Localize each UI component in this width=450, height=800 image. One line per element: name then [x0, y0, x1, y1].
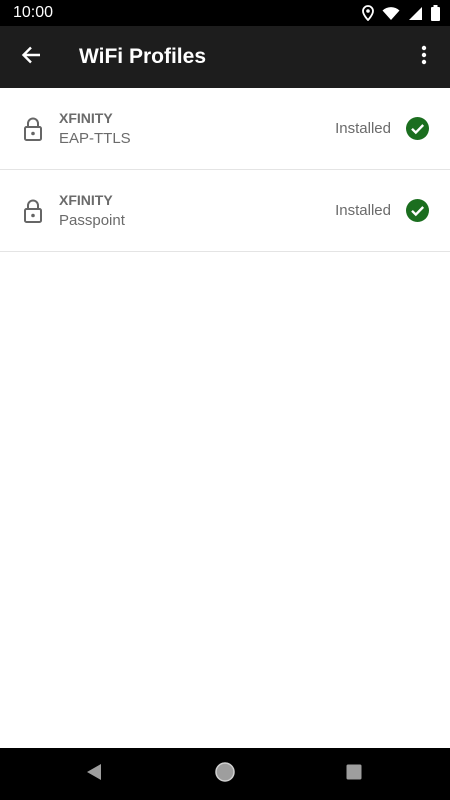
profile-row-passpoint[interactable]: XFINITY Passpoint Installed [0, 170, 450, 252]
nav-home-icon [214, 761, 236, 788]
overflow-menu-button[interactable] [406, 38, 442, 76]
check-circle-icon [406, 117, 429, 140]
lock-icon [22, 116, 44, 142]
battery-icon [431, 5, 440, 21]
status-bar: 10:00 [0, 0, 450, 26]
navigation-bar [0, 748, 450, 800]
nav-back-icon [85, 762, 103, 787]
profile-type: Passpoint [59, 212, 125, 229]
profile-type: EAP-TTLS [59, 130, 131, 147]
check-circle-icon [406, 199, 429, 222]
back-button[interactable] [12, 38, 50, 76]
nav-home-button[interactable] [212, 761, 238, 787]
status-time: 10:00 [13, 4, 54, 21]
profile-row-eap-ttls[interactable]: XFINITY EAP-TTLS Installed [0, 88, 450, 170]
nav-recents-button[interactable] [341, 761, 367, 787]
profile-name: XFINITY [59, 110, 113, 126]
app-bar: WiFi Profiles [0, 26, 450, 88]
page-title: WiFi Profiles [79, 45, 206, 68]
lock-icon [22, 198, 44, 224]
location-icon [362, 5, 374, 21]
profile-name: XFINITY [59, 192, 113, 208]
status-icons [362, 4, 440, 22]
signal-icon [408, 6, 423, 21]
more-vertical-icon [421, 45, 427, 70]
profile-status: Installed [335, 202, 391, 219]
profile-status: Installed [335, 120, 391, 137]
nav-recents-icon [345, 763, 363, 786]
profile-list: XFINITY EAP-TTLS Installed XFINITY Passp… [0, 88, 450, 252]
arrow-back-icon [21, 46, 41, 69]
nav-back-button[interactable] [81, 761, 107, 787]
wifi-icon [382, 6, 400, 21]
